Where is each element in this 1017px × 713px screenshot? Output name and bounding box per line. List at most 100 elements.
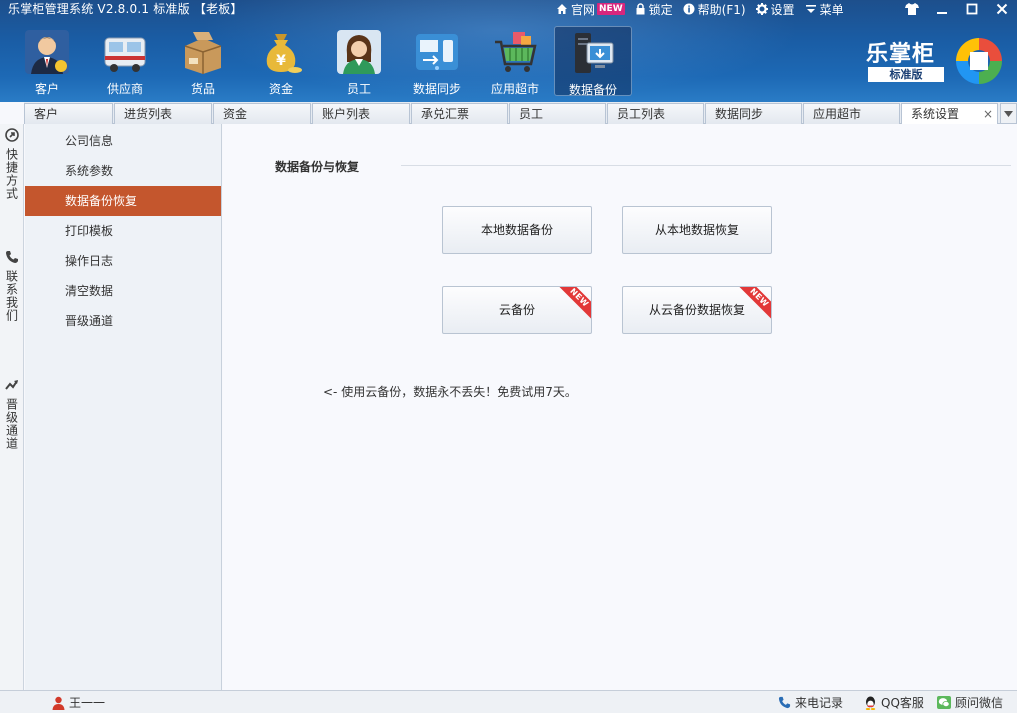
new-ribbon: NEW — [556, 287, 591, 321]
contact-us-label: 联系我们 — [4, 270, 19, 322]
cloud-restore-button[interactable]: 从云备份数据恢复 NEW — [622, 286, 772, 334]
quick-shortcuts[interactable]: 快捷方式 — [0, 128, 24, 200]
gear-icon — [755, 3, 768, 15]
menu-clear-data[interactable]: 清空数据 — [25, 276, 221, 306]
close-icon — [996, 3, 1008, 15]
lock-link[interactable]: 锁定 — [635, 1, 673, 18]
toolbar-funds[interactable]: ¥ 资金 — [242, 26, 320, 96]
upgrade-channel-label: 晋级通道 — [4, 398, 19, 450]
toolbar-customer[interactable]: 客户 — [8, 26, 86, 96]
website-link[interactable]: 官网 NEW — [556, 1, 625, 18]
section-divider — [401, 165, 1011, 166]
title-links: 官网 NEW 锁定 i 帮助(F1) 设置 菜单 — [556, 0, 854, 18]
menu-system-params[interactable]: 系统参数 — [25, 156, 221, 186]
quick-shortcuts-label: 快捷方式 — [4, 148, 19, 200]
tab-system-settings[interactable]: 系统设置 × — [901, 103, 998, 125]
tab-label: 客户 — [34, 107, 59, 121]
tab-label: 承兑汇票 — [421, 107, 470, 121]
menu-upgrade-channel[interactable]: 晋级通道 — [25, 306, 221, 336]
shortcut-icon — [5, 128, 19, 142]
menu-link-label: 菜单 — [819, 2, 844, 17]
current-user-name: 王一一 — [69, 696, 106, 710]
trend-icon — [5, 380, 18, 390]
toolbar-supplier[interactable]: 供应商 — [86, 26, 164, 96]
call-records-link[interactable]: 来电记录 — [778, 691, 843, 713]
close-button[interactable] — [987, 0, 1017, 18]
data-sync-icon — [413, 28, 461, 76]
lock-link-label: 锁定 — [648, 2, 673, 17]
menu-data-backup-restore[interactable]: 数据备份恢复 — [25, 186, 221, 216]
app-market-cart-icon — [491, 28, 539, 76]
user-icon — [52, 696, 65, 710]
toolbar-customer-label: 客户 — [34, 82, 59, 96]
local-restore-label: 从本地数据恢复 — [654, 223, 739, 237]
minimize-button[interactable] — [927, 0, 957, 18]
tab-purchase-list[interactable]: 进货列表 — [114, 103, 212, 124]
menu-operation-log[interactable]: 操作日志 — [25, 246, 221, 276]
menu-link[interactable]: 菜单 — [805, 1, 844, 18]
settings-menu: 公司信息 系统参数 数据备份恢复 打印模板 操作日志 清空数据 晋级通道 — [25, 124, 222, 690]
cloud-backup-tip: <- 使用云备份，数据永不丢失！免费试用7天。 — [323, 385, 577, 399]
tab-data-sync[interactable]: 数据同步 — [705, 103, 802, 124]
local-restore-button[interactable]: 从本地数据恢复 — [622, 206, 772, 254]
svg-text:¥: ¥ — [276, 53, 286, 69]
toolbar-data-backup[interactable]: 数据备份 — [554, 26, 632, 97]
window-controls — [897, 0, 1017, 18]
cloud-backup-label: 云备份 — [498, 303, 535, 317]
data-backup-icon — [569, 29, 617, 77]
minimize-icon — [937, 12, 947, 14]
title-toolbar-area: 乐掌柜管理系统 V2.8.0.1 标准版 【老板】 官网 NEW 锁定 i 帮助… — [0, 0, 1017, 102]
tab-funds[interactable]: 资金 — [213, 103, 311, 124]
tab-label: 资金 — [223, 107, 248, 121]
upgrade-channel[interactable]: 晋级通道 — [0, 378, 24, 450]
main-toolbar: 客户 供应商 货品 ¥ 资金 员工 数据同步 应用超市 数据备份 — [8, 26, 632, 97]
tab-label: 员工 — [519, 107, 544, 121]
brand-logo-area: 乐掌柜 标准版 — [866, 36, 1006, 90]
toolbar-app-market-label: 应用超市 — [490, 82, 539, 96]
local-backup-button[interactable]: 本地数据备份 — [442, 206, 592, 254]
tab-acceptance-bill[interactable]: 承兑汇票 — [411, 103, 508, 124]
brand-logo-icon — [956, 38, 1002, 84]
cloud-restore-label: 从云备份数据恢复 — [648, 303, 745, 317]
menu-company-info[interactable]: 公司信息 — [25, 126, 221, 156]
qq-support-link[interactable]: QQ客服 — [864, 691, 924, 713]
tab-close-icon[interactable]: × — [983, 104, 993, 124]
help-link[interactable]: i 帮助(F1) — [683, 1, 746, 18]
toolbar-employee[interactable]: 员工 — [320, 26, 398, 96]
tab-app-market[interactable]: 应用超市 — [803, 103, 900, 124]
contact-us[interactable]: 联系我们 — [0, 250, 24, 322]
consultant-wechat-link[interactable]: 顾问微信 — [937, 691, 1003, 713]
lock-icon — [636, 3, 645, 15]
phone-icon — [778, 696, 791, 709]
toolbar-data-sync[interactable]: 数据同步 — [398, 26, 476, 96]
svg-text:i: i — [687, 6, 690, 16]
skin-button[interactable] — [897, 0, 927, 18]
tab-label: 账户列表 — [322, 107, 371, 121]
wechat-icon — [937, 696, 951, 709]
tshirt-icon — [905, 3, 919, 15]
tab-label: 进货列表 — [124, 107, 173, 121]
tab-employee[interactable]: 员工 — [509, 103, 606, 124]
home-icon — [557, 4, 567, 14]
toolbar-app-market[interactable]: 应用超市 — [476, 26, 554, 96]
toolbar-employee-label: 员工 — [346, 82, 371, 96]
local-backup-label: 本地数据备份 — [480, 223, 553, 237]
menu-print-templates[interactable]: 打印模板 — [25, 216, 221, 246]
tab-label: 应用超市 — [813, 107, 862, 121]
tab-customer[interactable]: 客户 — [24, 103, 113, 124]
help-link-label: 帮助(F1) — [697, 2, 746, 17]
tab-employee-list[interactable]: 员工列表 — [607, 103, 704, 124]
toolbar-funds-label: 资金 — [268, 82, 293, 96]
help-icon: i — [683, 3, 695, 15]
tab-label: 员工列表 — [617, 107, 666, 121]
money-bag-icon: ¥ — [257, 28, 305, 76]
maximize-button[interactable] — [957, 0, 987, 18]
tab-account-list[interactable]: 账户列表 — [312, 103, 410, 124]
tab-overflow-button[interactable] — [1000, 103, 1017, 124]
supplier-truck-icon — [101, 28, 149, 76]
section-title: 数据备份与恢复 — [275, 160, 360, 174]
qq-support-label: QQ客服 — [881, 696, 924, 710]
settings-link[interactable]: 设置 — [755, 1, 795, 18]
cloud-backup-button[interactable]: 云备份 NEW — [442, 286, 592, 334]
toolbar-goods[interactable]: 货品 — [164, 26, 242, 96]
